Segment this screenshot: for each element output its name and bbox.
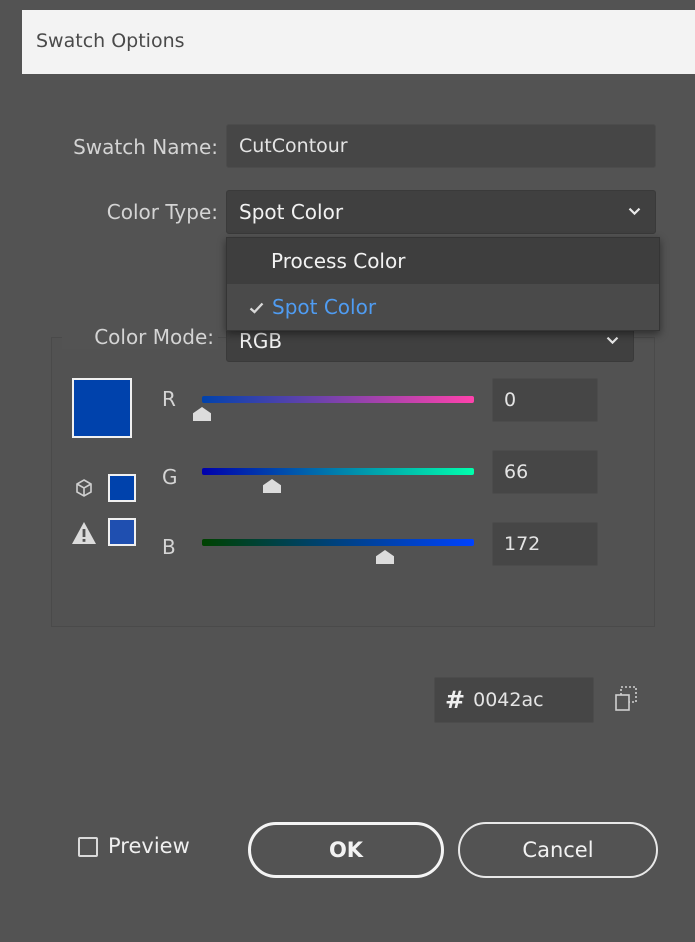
menu-item-process-color[interactable]: Process Color: [227, 238, 659, 284]
hex-value: 0042ac: [473, 689, 544, 711]
g-slider-track[interactable]: [202, 468, 474, 475]
title-bar: Swatch Options: [22, 10, 695, 74]
color-type-menu: Process Color Spot Color: [226, 237, 660, 331]
chevron-down-icon: [628, 202, 641, 220]
r-slider-track[interactable]: [202, 396, 474, 403]
cancel-button[interactable]: Cancel: [458, 822, 658, 878]
color-mode-label: Color Mode:: [62, 325, 218, 349]
g-label: G: [162, 465, 178, 489]
color-mode-selected: RGB: [239, 329, 283, 353]
g-value-input[interactable]: 66: [492, 450, 598, 494]
r-label: R: [162, 387, 176, 411]
color-type-label: Color Type:: [106, 200, 218, 224]
cube-icon: [74, 478, 94, 502]
menu-item-label: Process Color: [271, 249, 406, 273]
gamut-swatch[interactable]: [108, 518, 136, 546]
chevron-down-icon: [606, 331, 619, 349]
copy-icon[interactable]: [614, 686, 638, 716]
hex-input[interactable]: # 0042ac: [434, 677, 594, 723]
menu-item-label: Spot Color: [272, 295, 377, 319]
color-preview-swatch: [72, 378, 132, 438]
swatch-name-input[interactable]: CutContour: [226, 124, 656, 168]
menu-item-spot-color[interactable]: Spot Color: [227, 284, 659, 330]
cancel-button-label: Cancel: [522, 838, 594, 862]
swatch-options-dialog: Swatch Options Swatch Name: CutContour C…: [22, 10, 695, 942]
swatch-name-value: CutContour: [239, 135, 348, 157]
color-type-select[interactable]: Spot Color: [226, 190, 656, 234]
check-icon: [249, 295, 264, 319]
r-value-input[interactable]: 0: [492, 378, 598, 422]
swatch-name-label: Swatch Name:: [73, 135, 218, 159]
preview-label: Preview: [108, 834, 190, 858]
ok-button[interactable]: OK: [248, 822, 444, 878]
color-type-selected: Spot Color: [239, 200, 344, 224]
g-value: 66: [504, 461, 529, 483]
b-value-input[interactable]: 172: [492, 522, 598, 566]
ok-button-label: OK: [328, 838, 364, 862]
warning-icon: [71, 521, 97, 549]
b-label: B: [162, 535, 176, 559]
dialog-title: Swatch Options: [36, 30, 185, 52]
r-value: 0: [504, 389, 517, 411]
web-safe-swatch[interactable]: [108, 474, 136, 502]
hex-symbol: #: [445, 686, 466, 714]
b-slider-track[interactable]: [202, 539, 474, 546]
b-value: 172: [504, 533, 541, 555]
preview-checkbox[interactable]: [78, 837, 98, 857]
